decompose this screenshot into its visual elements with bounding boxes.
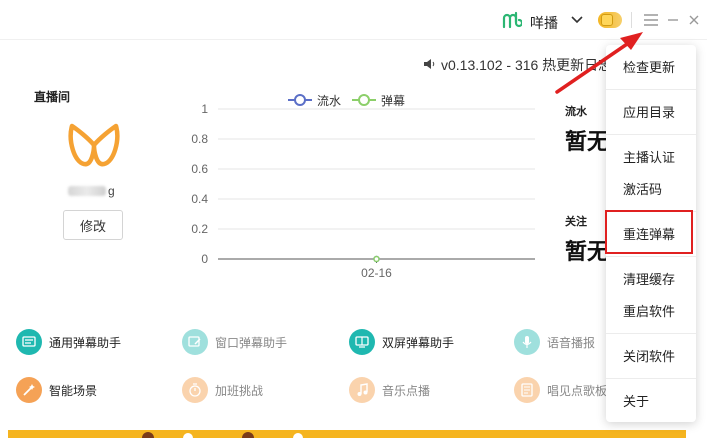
follow-value: 暂无 [565, 239, 610, 264]
y-tick-label: 0.8 [191, 132, 208, 146]
legend-marker [294, 94, 306, 106]
username: g [68, 184, 115, 198]
y-tick-label: 0 [201, 252, 208, 266]
y-tick-label: 0.2 [191, 222, 208, 236]
song-board-icon [514, 377, 540, 403]
tool-smart-scene[interactable]: 智能场景 [16, 377, 97, 403]
follow-label: 关注 [565, 216, 587, 228]
music-note-icon [349, 377, 375, 403]
speaker-icon [423, 57, 435, 73]
menu-item-check-update[interactable]: 检查更新 [606, 52, 696, 80]
revenue-label: 流水 [565, 106, 587, 118]
app-name: 咩播 [530, 14, 558, 31]
menu-icon[interactable] [642, 12, 660, 28]
brand[interactable]: 咩播 [502, 10, 558, 35]
revenue-value: 暂无 [565, 129, 610, 154]
chevron-down-icon[interactable] [570, 13, 584, 32]
highlight-box [605, 210, 693, 254]
menu-item-app-catalog[interactable]: 应用目录 [606, 97, 696, 125]
legend-label: 弹幕 [381, 94, 405, 108]
menu-divider [606, 256, 696, 257]
tool-music-request[interactable]: 音乐点播 [349, 377, 430, 403]
mb-logo-icon [502, 10, 524, 35]
menu-divider [606, 333, 696, 334]
menu-divider [606, 134, 696, 135]
y-tick-label: 0.6 [191, 162, 208, 176]
microphone-icon [514, 329, 540, 355]
window-edit-icon [182, 329, 208, 355]
blurred-username [68, 186, 106, 196]
tool-window-danmaku[interactable]: 窗口弹幕助手 [182, 329, 287, 355]
y-tick-label: 1 [201, 102, 208, 116]
edit-button[interactable]: 修改 [63, 210, 123, 240]
tool-song-board[interactable]: 唱见点歌板 [514, 377, 607, 403]
magic-wand-icon [16, 377, 42, 403]
x-tick-label: 02-16 [361, 266, 392, 280]
live-room-title: 直播间 [34, 90, 71, 104]
data-point-1 [373, 255, 380, 263]
legend-marker [358, 94, 370, 106]
stats-chart: 1 0.8 0.6 0.4 0.2 0 02-16 流水 弹幕 [191, 94, 535, 280]
bottom-banner[interactable] [8, 430, 686, 438]
stopwatch-icon [182, 377, 208, 403]
banner-illustration [142, 432, 303, 438]
y-tick-label: 0.4 [191, 192, 208, 206]
legend-label: 流水 [317, 94, 341, 108]
tool-overtime-challenge[interactable]: 加班挑战 [182, 377, 263, 403]
menu-divider [606, 89, 696, 90]
dual-screen-icon [349, 329, 375, 355]
menu-item-restart-app[interactable]: 重启软件 [606, 296, 696, 324]
vip-crown-icon[interactable] [598, 12, 622, 28]
tool-danmaku-helper[interactable]: 通用弹幕助手 [16, 329, 121, 355]
menu-divider [606, 378, 696, 379]
version-text: v0.13.102 - 316 热更新日志 [441, 57, 613, 73]
chat-window-icon [16, 329, 42, 355]
tool-dual-screen[interactable]: 双屏弹幕助手 [349, 329, 454, 355]
close-icon[interactable] [687, 12, 701, 28]
butterfly-logo-icon [66, 120, 122, 175]
menu-item-about[interactable]: 关于 [606, 386, 696, 414]
title-bar: 咩播 [0, 0, 707, 40]
menu-item-quit-app[interactable]: 关闭软件 [606, 341, 696, 369]
tool-voice-broadcast[interactable]: 语音播报 [514, 329, 595, 355]
version-info[interactable]: v0.13.102 - 316 热更新日志 [423, 55, 612, 75]
menu-item-activation-code[interactable]: 激活码 [606, 174, 696, 202]
minimize-icon[interactable] [666, 12, 680, 28]
menu-item-streamer-verify[interactable]: 主播认证 [606, 142, 696, 170]
menu-item-clear-cache[interactable]: 清理缓存 [606, 264, 696, 292]
titlebar-divider [631, 12, 632, 28]
